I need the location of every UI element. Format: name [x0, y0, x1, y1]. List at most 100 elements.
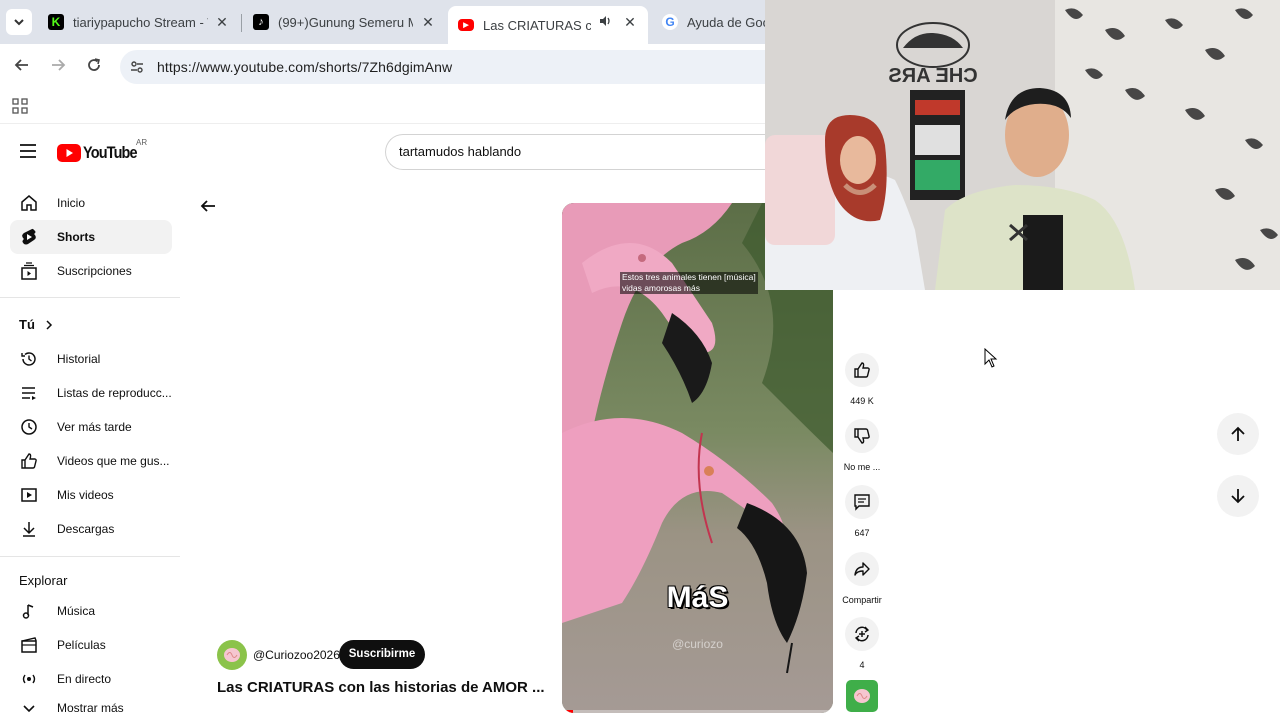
chevron-right-icon	[46, 319, 52, 330]
sidebar-item-label: Mostrar más	[57, 701, 124, 715]
sidebar-item-mis-videos[interactable]: Mis videos	[10, 478, 172, 512]
video-overlay-word: MáS	[666, 581, 729, 614]
sidebar-item-label: Inicio	[57, 196, 86, 210]
browser-tab-youtube[interactable]: ▶ Las CRIATURAS con la ✕	[448, 6, 648, 44]
next-short-button[interactable]	[1217, 475, 1259, 517]
dislike-label: No me ...	[843, 462, 881, 472]
webcam-overlay: CHE ARS	[765, 0, 1280, 290]
tab-list-dropdown-button[interactable]	[6, 9, 32, 35]
dislike-button[interactable]	[845, 419, 879, 453]
progress-track[interactable]	[562, 710, 833, 713]
thumbs-up-icon	[854, 362, 870, 378]
chevron-down-icon	[19, 698, 39, 718]
speaker-icon[interactable]	[598, 14, 612, 31]
tab-label: (99+)Gunung Semeru Me	[278, 14, 413, 30]
back-icon[interactable]	[10, 55, 34, 79]
sidebar-item-label: Ver más tarde	[57, 420, 132, 434]
youtube-logo-text: YouTube	[83, 143, 138, 162]
subscribe-button[interactable]: Suscribirme	[339, 640, 425, 669]
previous-short-button[interactable]	[1217, 413, 1259, 455]
remix-count: 4	[859, 660, 865, 670]
music-icon	[19, 601, 39, 621]
thumbs-down-icon	[854, 428, 870, 444]
you-heading-label: Tú	[19, 317, 35, 332]
sidebar-item-shorts[interactable]: Shorts	[10, 220, 172, 254]
forward-icon[interactable]	[46, 55, 70, 79]
apps-grid-icon[interactable]	[12, 98, 28, 119]
sidebar-item-en-directo[interactable]: En directo	[10, 662, 172, 696]
browser-tab-google-help[interactable]: G Ayuda de Goog	[652, 6, 772, 38]
progress-fill	[562, 710, 573, 713]
sidebar-item-label: Historial	[57, 352, 101, 366]
brain-avatar-icon	[224, 648, 240, 662]
browser-tab-tiktok[interactable]: ♪ (99+)Gunung Semeru Me ✕	[243, 6, 446, 38]
history-icon	[19, 349, 39, 369]
subscribe-label: Suscribirme	[348, 648, 416, 660]
browser-tab-kick[interactable]: K tiariypapucho Stream - W ✕	[38, 6, 240, 38]
sidebar-item-mostrar-mas[interactable]: Mostrar más	[10, 696, 172, 720]
channel-avatar[interactable]	[217, 640, 247, 670]
comments-button[interactable]	[845, 485, 879, 519]
like-button[interactable]	[845, 353, 879, 387]
tab-label: Las CRIATURAS con la	[483, 17, 591, 33]
like-count: 449 K	[850, 396, 874, 406]
sidebar-item-listas[interactable]: Listas de reproducc...	[10, 376, 172, 410]
webcam-scene: CHE ARS	[765, 0, 1280, 290]
tiktok-icon: ♪	[253, 14, 269, 30]
back-arrow-icon[interactable]	[198, 196, 218, 221]
youtube-play-logo-icon	[57, 144, 81, 162]
mouse-cursor-icon	[984, 347, 998, 373]
youtube-icon: ▶	[458, 19, 474, 31]
sidebar-item-musica[interactable]: Música	[10, 594, 172, 628]
share-label: Compartir	[842, 595, 882, 605]
site-info-icon[interactable]	[129, 59, 145, 80]
share-icon	[854, 562, 870, 576]
sidebar-item-descargas[interactable]: Descargas	[10, 512, 172, 546]
sidebar-item-inicio[interactable]: Inicio	[10, 186, 172, 220]
chevron-down-icon	[14, 19, 24, 26]
sidebar-item-label: Música	[57, 604, 96, 618]
live-icon	[19, 669, 39, 689]
reload-icon[interactable]	[82, 55, 106, 79]
close-tab-icon[interactable]: ✕	[214, 14, 230, 30]
sidebar-item-peliculas[interactable]: Películas	[10, 628, 172, 662]
search-input[interactable]: tartamudos hablando	[385, 134, 785, 170]
sidebar-explore-heading: Explorar	[19, 573, 68, 588]
playlists-icon	[19, 383, 39, 403]
menu-icon[interactable]	[19, 143, 37, 164]
channel-name[interactable]: @Curiozoo2026	[253, 648, 340, 662]
tab-separator	[241, 14, 242, 32]
sidebar-item-label: Películas	[57, 638, 106, 652]
svg-text:CHE ARS: CHE ARS	[888, 65, 977, 87]
arrow-up-icon	[1231, 426, 1245, 441]
sidebar-divider	[0, 297, 180, 298]
close-tab-icon[interactable]: ✕	[420, 14, 436, 30]
video-watermark: @curiozo	[672, 637, 723, 651]
sidebar-item-ver-mas-tarde[interactable]: Ver más tarde	[10, 410, 172, 444]
url-text[interactable]: https://www.youtube.com/shorts/7Zh6dgimA…	[157, 59, 452, 75]
sidebar-item-label: En directo	[57, 672, 112, 686]
kick-icon: K	[48, 14, 64, 30]
my-videos-icon	[19, 485, 39, 505]
comment-icon	[854, 494, 870, 511]
sidebar-you-heading[interactable]: Tú	[19, 317, 54, 332]
close-tab-icon[interactable]: ✕	[622, 14, 638, 30]
sidebar-divider	[0, 556, 180, 557]
download-icon	[19, 519, 39, 539]
region-code: AR	[136, 138, 148, 147]
remix-button[interactable]	[845, 617, 879, 651]
caption-line: vidas amorosas más	[622, 283, 700, 293]
sidebar-item-videos-gustan[interactable]: Videos que me gus...	[10, 444, 172, 478]
sidebar-item-label: Mis videos	[57, 488, 114, 502]
sidebar-item-suscripciones[interactable]: Suscripciones	[10, 254, 172, 288]
sidebar-item-historial[interactable]: Historial	[10, 342, 172, 376]
brain-avatar-icon	[854, 689, 870, 703]
short-title[interactable]: Las CRIATURAS con las historias de AMOR …	[217, 679, 545, 696]
youtube-logo[interactable]: YouTube	[57, 143, 146, 163]
sidebar-item-label: Videos que me gus...	[57, 454, 170, 468]
comment-count: 647	[854, 528, 870, 538]
home-icon	[19, 193, 39, 213]
share-button[interactable]	[845, 552, 879, 586]
sound-source-thumbnail[interactable]	[846, 680, 878, 712]
google-icon: G	[662, 14, 678, 30]
